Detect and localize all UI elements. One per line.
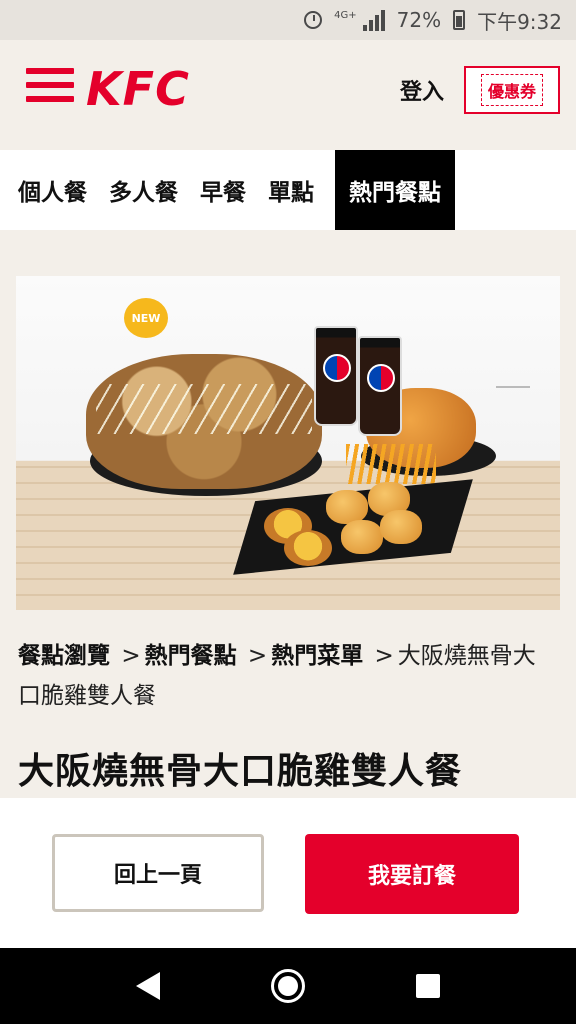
breadcrumb-item[interactable]: 餐點瀏覽: [18, 643, 110, 669]
tab-popular-meals[interactable]: 熱門餐點: [335, 150, 455, 230]
app-header: KFC 登入 優惠券: [0, 40, 576, 150]
nugget: [326, 490, 368, 524]
carousel-indicator[interactable]: [496, 386, 530, 388]
category-tabs: 個人餐 多人餐 早餐 單點 熱門餐點: [0, 150, 576, 230]
pepsi-cup: [358, 336, 402, 436]
kfc-logo[interactable]: KFC: [86, 62, 190, 116]
signal-icon: [362, 9, 385, 31]
tab-group-meal[interactable]: 多人餐: [98, 150, 189, 230]
menu-icon[interactable]: [26, 68, 74, 102]
new-badge: NEW: [124, 298, 168, 338]
tab-a-la-carte[interactable]: 單點: [257, 150, 325, 230]
page-title: 大阪燒無骨大口脆雞雙人餐: [18, 751, 463, 792]
tab-breakfast[interactable]: 早餐: [189, 150, 257, 230]
tab-individual-meal[interactable]: 個人餐: [0, 150, 98, 230]
action-bar: 回上一頁 我要訂餐: [0, 798, 576, 948]
pepsi-cup: [314, 326, 358, 426]
alarm-icon: [304, 11, 323, 29]
breadcrumb: 餐點瀏覽 > 熱門餐點 > 熱門菜單 > 大阪燒無骨大口脆雞雙人餐: [18, 643, 536, 709]
system-nav-bar: [0, 948, 576, 1024]
egg-tart: [284, 530, 332, 566]
battery-icon: [453, 10, 466, 30]
status-time: 下午9:32: [477, 9, 562, 34]
network-type: 4G+: [334, 9, 357, 21]
breadcrumb-item[interactable]: 熱門菜單: [271, 643, 363, 669]
product-image: NEW: [16, 276, 560, 610]
coupon-label: 優惠券: [480, 74, 543, 106]
okonomiyaki-chicken: [86, 354, 322, 489]
status-bar: 4G+ 72% 下午9:32: [0, 0, 576, 40]
back-icon[interactable]: [135, 972, 160, 1000]
breadcrumb-item[interactable]: 熱門餐點: [145, 643, 237, 669]
back-button[interactable]: 回上一頁: [52, 834, 264, 912]
coupon-button[interactable]: 優惠券: [464, 66, 560, 114]
nugget: [380, 510, 422, 544]
order-button[interactable]: 我要訂餐: [305, 834, 519, 914]
fries: [346, 444, 436, 484]
login-link[interactable]: 登入: [400, 74, 444, 106]
battery-percent: 72%: [396, 8, 442, 32]
nugget: [341, 520, 383, 554]
recent-apps-icon[interactable]: [416, 974, 441, 998]
home-icon[interactable]: [270, 969, 305, 1003]
